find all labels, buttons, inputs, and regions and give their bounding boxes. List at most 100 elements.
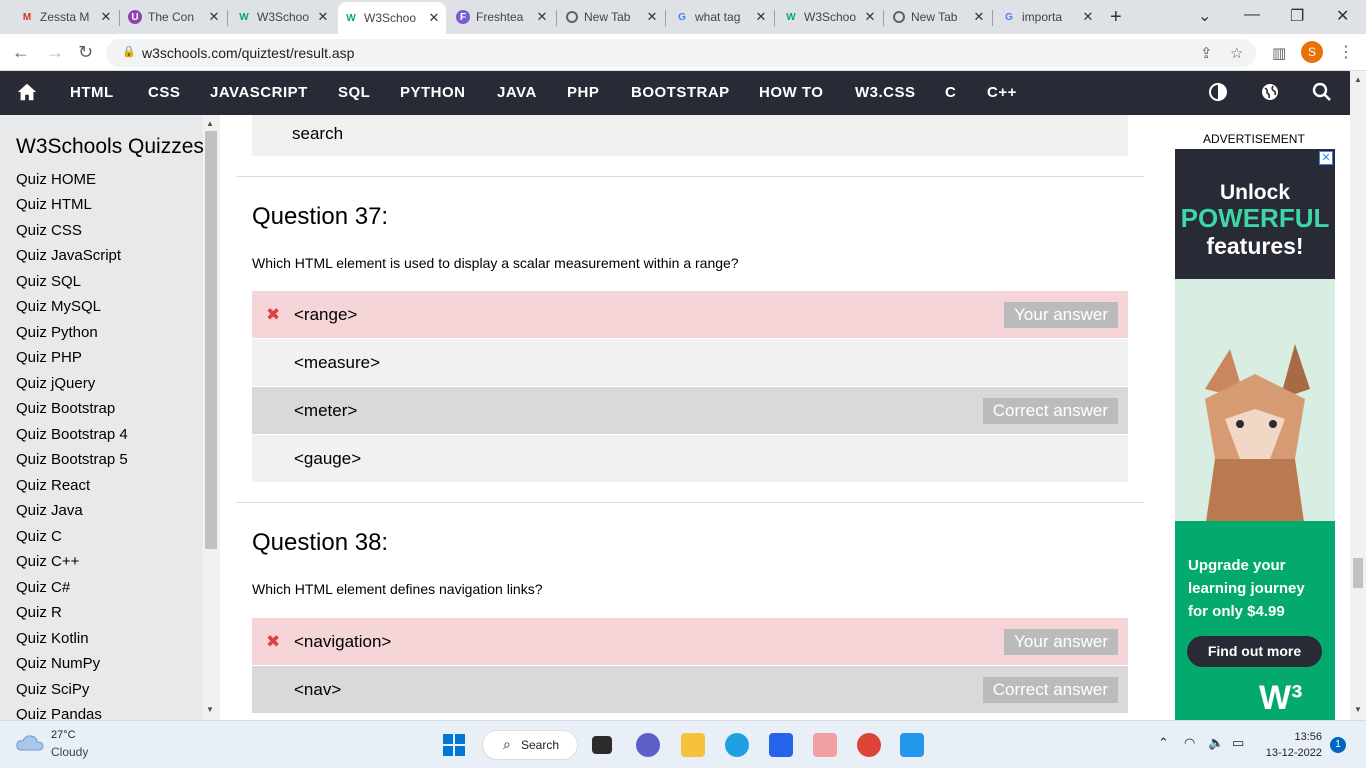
- chrome-taskbar-icon[interactable]: [857, 733, 881, 757]
- bookmark-star-icon[interactable]: ☆: [1230, 44, 1243, 62]
- browser-tab[interactable]: M Zessta M ✕: [14, 4, 118, 30]
- sidebar-item-quiz-scipy[interactable]: Quiz SciPy: [16, 681, 89, 698]
- url-text[interactable]: w3schools.com/quiztest/result.asp: [142, 45, 354, 61]
- file-explorer-icon[interactable]: [681, 733, 705, 757]
- sidebar-item-quiz-css[interactable]: Quiz CSS: [16, 222, 82, 239]
- forward-icon[interactable]: →: [46, 42, 64, 63]
- browser-tab[interactable]: F Freshtea ✕: [450, 4, 554, 30]
- close-icon[interactable]: ✕: [98, 9, 114, 25]
- menu-kebab-icon[interactable]: ⋮: [1338, 42, 1354, 62]
- sidebar-item-quiz-bootstrap4[interactable]: Quiz Bootstrap 4: [16, 426, 128, 443]
- sidebar-item-quiz-r[interactable]: Quiz R: [16, 604, 62, 621]
- nav-cpp[interactable]: C++: [987, 84, 1017, 101]
- nav-howto[interactable]: HOW TO: [759, 84, 823, 101]
- scroll-down-icon[interactable]: ▼: [1354, 705, 1362, 714]
- close-icon[interactable]: ✕: [315, 9, 331, 25]
- sidebar-item-quiz-numpy[interactable]: Quiz NumPy: [16, 655, 100, 672]
- sidebar-item-quiz-bootstrap5[interactable]: Quiz Bootstrap 5: [16, 451, 128, 468]
- nav-java[interactable]: JAVA: [497, 84, 537, 101]
- notification-badge[interactable]: 1: [1330, 737, 1346, 753]
- sidebar-item-quiz-jquery[interactable]: Quiz jQuery: [16, 375, 95, 392]
- tray-chevron-icon[interactable]: ⌃: [1158, 735, 1169, 751]
- nav-html[interactable]: HTML: [70, 84, 114, 101]
- browser-tab[interactable]: W W3Schoo ✕: [778, 4, 882, 30]
- profile-avatar[interactable]: S: [1301, 41, 1323, 63]
- url-field[interactable]: 🔒 w3schools.com/quiztest/result.asp ⇪ ☆: [106, 39, 1256, 67]
- nav-sql[interactable]: SQL: [338, 84, 370, 101]
- scroll-down-icon[interactable]: ▼: [206, 705, 214, 714]
- sidebar-item-quiz-bootstrap[interactable]: Quiz Bootstrap: [16, 400, 115, 417]
- page-scroll-thumb[interactable]: [1353, 558, 1363, 588]
- new-tab-button[interactable]: +: [1110, 6, 1122, 29]
- sidebar-item-quiz-mysql[interactable]: Quiz MySQL: [16, 298, 101, 315]
- browser-tab-active[interactable]: W W3Schoo ✕: [338, 2, 446, 34]
- browser-tab[interactable]: G what tag ✕: [669, 4, 773, 30]
- task-view-icon[interactable]: [592, 736, 612, 754]
- snipping-tool-icon[interactable]: [813, 733, 837, 757]
- restore-button[interactable]: ❐: [1290, 6, 1304, 26]
- nav-python[interactable]: PYTHON: [400, 84, 466, 101]
- teams-chat-icon[interactable]: [636, 733, 660, 757]
- share-icon[interactable]: ⇪: [1200, 44, 1213, 62]
- close-icon[interactable]: ✕: [862, 9, 878, 25]
- wifi-icon[interactable]: ◠: [1184, 735, 1195, 751]
- sidebar-item-quiz-kotlin[interactable]: Quiz Kotlin: [16, 630, 89, 647]
- taskbar-clock[interactable]: 13:56 13-12-2022: [1262, 729, 1322, 761]
- close-icon[interactable]: ✕: [644, 9, 660, 25]
- nav-css[interactable]: CSS: [148, 84, 180, 101]
- advertisement-banner[interactable]: Unlock POWERFUL features! ✕ Upgrade your…: [1175, 149, 1335, 720]
- sidebar-item-quiz-cpp[interactable]: Quiz C++: [16, 553, 79, 570]
- search-icon[interactable]: [1312, 82, 1332, 102]
- sidebar-item-quiz-python[interactable]: Quiz Python: [16, 324, 98, 341]
- sidebar-item-quiz-home[interactable]: Quiz HOME: [16, 171, 96, 188]
- sidebar-item-quiz-csharp[interactable]: Quiz C#: [16, 579, 70, 596]
- reload-icon[interactable]: ↻: [78, 42, 93, 63]
- sidebar-scroll-thumb[interactable]: [205, 131, 217, 549]
- vscode-icon[interactable]: [900, 733, 924, 757]
- lock-icon[interactable]: 🔒: [122, 45, 136, 58]
- sidebar-item-quiz-java[interactable]: Quiz Java: [16, 502, 83, 519]
- close-icon[interactable]: ✕: [534, 9, 550, 25]
- close-icon[interactable]: ✕: [753, 9, 769, 25]
- back-icon[interactable]: ←: [12, 42, 30, 63]
- browser-tab[interactable]: New Tab ✕: [560, 4, 664, 30]
- nav-w3css[interactable]: W3.CSS: [855, 84, 916, 101]
- sidebar-item-quiz-react[interactable]: Quiz React: [16, 477, 90, 494]
- nav-php[interactable]: PHP: [567, 84, 599, 101]
- close-icon[interactable]: ✕: [1080, 9, 1096, 25]
- find-out-more-button[interactable]: Find out more: [1187, 636, 1322, 667]
- window-close-button[interactable]: ✕: [1336, 6, 1349, 26]
- minimize-button[interactable]: —: [1244, 6, 1260, 24]
- sidebar-item-quiz-html[interactable]: Quiz HTML: [16, 196, 92, 213]
- close-icon[interactable]: ✕: [206, 9, 222, 25]
- nav-c[interactable]: C: [945, 84, 956, 101]
- contrast-icon[interactable]: [1208, 82, 1228, 102]
- close-icon[interactable]: ✕: [426, 10, 442, 26]
- store-icon[interactable]: [769, 733, 793, 757]
- scroll-up-icon[interactable]: ▲: [1354, 75, 1362, 84]
- globe-icon[interactable]: [1260, 82, 1280, 102]
- sidepanel-icon[interactable]: ▥: [1272, 44, 1286, 62]
- page-scrollbar[interactable]: ▲ ▼: [1350, 71, 1366, 720]
- browser-tab[interactable]: G importa ✕: [996, 4, 1100, 30]
- browser-tab[interactable]: W W3Schoo ✕: [231, 4, 335, 30]
- cloud-icon[interactable]: [16, 733, 44, 751]
- sidebar-item-quiz-c[interactable]: Quiz C: [16, 528, 62, 545]
- weather-temperature[interactable]: 27°C: [51, 729, 76, 741]
- tab-search-icon[interactable]: ⌄: [1198, 6, 1211, 26]
- sidebar-item-quiz-pandas[interactable]: Quiz Pandas: [16, 706, 102, 720]
- windows-start-icon[interactable]: [442, 733, 466, 757]
- edge-icon[interactable]: [725, 733, 749, 757]
- nav-javascript[interactable]: JAVASCRIPT: [210, 84, 308, 101]
- browser-tab[interactable]: New Tab ✕: [887, 4, 991, 30]
- ad-close-icon[interactable]: ✕: [1319, 151, 1333, 165]
- nav-bootstrap[interactable]: BOOTSTRAP: [631, 84, 730, 101]
- volume-icon[interactable]: 🔈: [1208, 735, 1224, 751]
- battery-icon[interactable]: ▭: [1232, 735, 1244, 751]
- scroll-up-icon[interactable]: ▲: [206, 119, 214, 128]
- sidebar-item-quiz-sql[interactable]: Quiz SQL: [16, 273, 81, 290]
- browser-tab[interactable]: U The Con ✕: [122, 4, 226, 30]
- weather-description[interactable]: Cloudy: [51, 745, 88, 759]
- sidebar-item-quiz-php[interactable]: Quiz PHP: [16, 349, 82, 366]
- home-icon[interactable]: [16, 81, 38, 103]
